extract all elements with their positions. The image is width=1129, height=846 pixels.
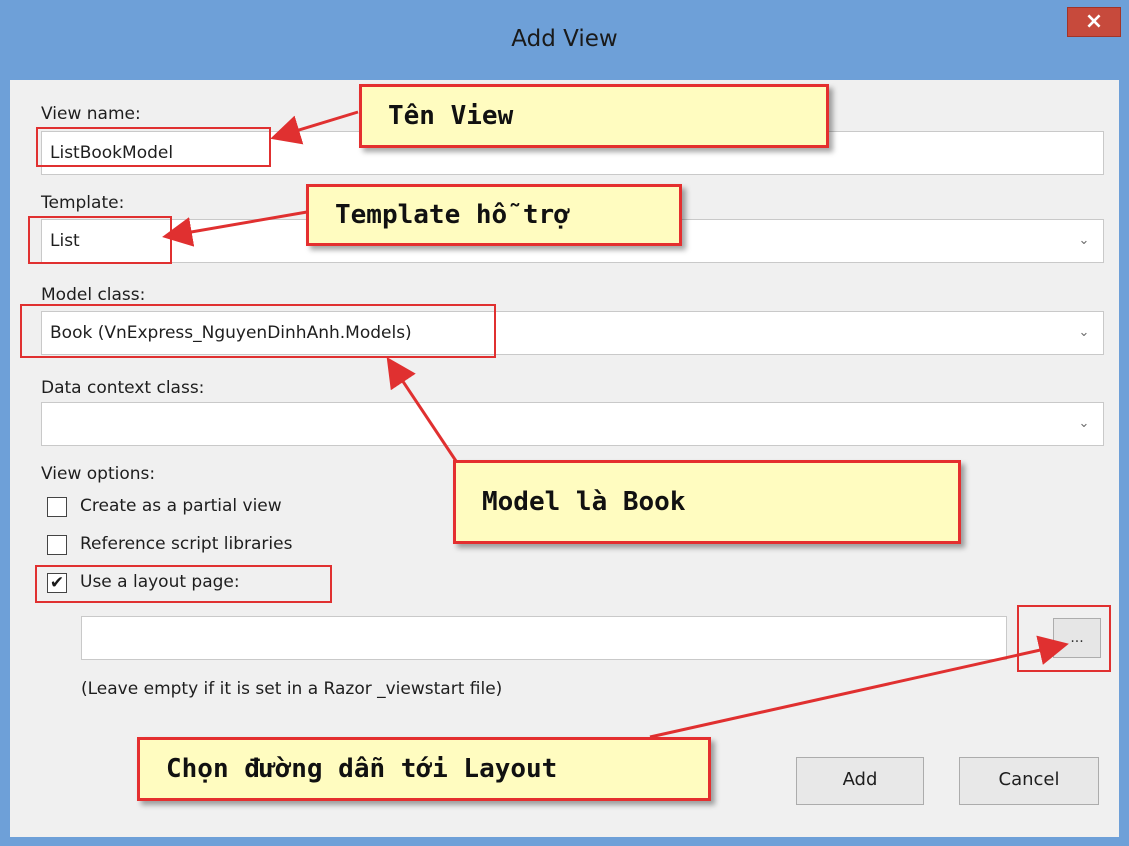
callout-model: Model là Book [453,460,961,544]
arrow-model [386,357,464,471]
arrow-layout [649,635,1069,739]
callout-layout: Chọn đường dẫn tới Layout [137,737,711,801]
callout-template: Template hỗ trợ [306,184,682,246]
callout-view-name: Tên View [359,84,829,148]
arrow-view-name [270,110,359,145]
arrow-template [162,210,308,247]
